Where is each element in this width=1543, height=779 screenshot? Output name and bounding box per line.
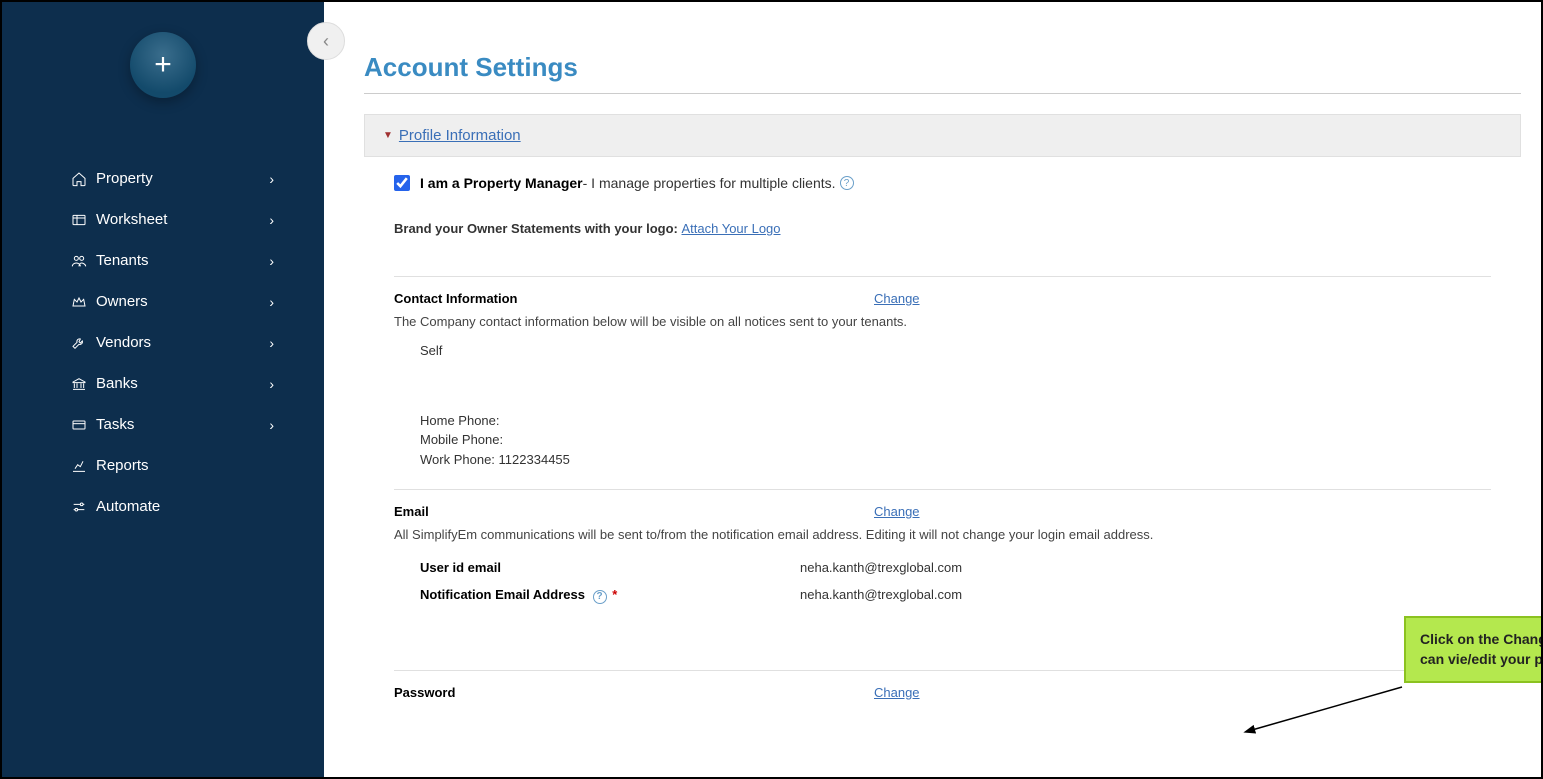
email-table: User id email neha.kanth@trexglobal.com … <box>420 554 1491 610</box>
divider <box>364 93 1521 94</box>
sidebar-item-label: Worksheet <box>96 211 167 228</box>
contact-heading: Contact Information <box>394 291 874 306</box>
mobile-phone: Mobile Phone: <box>420 430 1491 450</box>
sidebar-item-banks[interactable]: Banks › <box>2 363 324 404</box>
contact-heading-row: Contact Information Change <box>394 277 1491 314</box>
brand-label: Brand your Owner Statements with your lo… <box>394 221 681 236</box>
property-manager-row: I am a Property Manager - I manage prope… <box>394 175 1491 191</box>
property-manager-label: I am a Property Manager <box>420 175 583 191</box>
help-icon[interactable]: ? <box>840 176 854 190</box>
plus-icon: + <box>154 48 172 82</box>
caret-down-icon: ▼ <box>383 130 393 141</box>
people-icon <box>70 252 88 270</box>
annotation-arrow <box>1242 682 1412 742</box>
email-description: All SimplifyEm communications will be se… <box>394 527 1491 542</box>
profile-section-header[interactable]: ▼ Profile Information <box>364 114 1521 157</box>
sidebar-item-label: Tenants <box>96 252 149 269</box>
sidebar-item-label: Banks <box>96 375 138 392</box>
contact-self: Self <box>420 341 1491 361</box>
sidebar-item-label: Tasks <box>96 416 134 433</box>
sidebar-item-tasks[interactable]: Tasks › <box>2 404 324 445</box>
chevron-right-icon: › <box>269 335 274 351</box>
help-icon[interactable]: ? <box>593 590 607 604</box>
sidebar-item-label: Owners <box>96 293 148 310</box>
userid-email-row: User id email neha.kanth@trexglobal.com <box>420 554 1491 581</box>
email-heading: Email <box>394 504 874 519</box>
chevron-right-icon: › <box>269 253 274 269</box>
notification-email-label: Notification Email Address ? * <box>420 587 800 604</box>
chevron-right-icon: › <box>269 171 274 187</box>
sidebar-item-vendors[interactable]: Vendors › <box>2 322 324 363</box>
email-heading-row: Email Change <box>394 490 1491 527</box>
sidebar-item-label: Automate <box>96 498 160 515</box>
card-icon <box>70 416 88 434</box>
property-manager-checkbox[interactable] <box>394 175 410 191</box>
main-content: Account Settings ▼ Profile Information I… <box>324 2 1541 777</box>
sidebar-item-worksheet[interactable]: Worksheet › <box>2 199 324 240</box>
notification-email-row: Notification Email Address ? * neha.kant… <box>420 581 1491 610</box>
contact-description: The Company contact information below wi… <box>394 314 1491 329</box>
bank-icon <box>70 375 88 393</box>
home-phone: Home Phone: <box>420 411 1491 431</box>
brand-logo-row: Brand your Owner Statements with your lo… <box>394 221 1491 236</box>
profile-information-link[interactable]: Profile Information <box>399 127 521 144</box>
password-heading: Password <box>394 685 874 700</box>
chevron-right-icon: › <box>269 417 274 433</box>
worksheet-icon <box>70 211 88 229</box>
sidebar-item-label: Vendors <box>96 334 151 351</box>
annotation-callout: Click on the Change link and you can vie… <box>1404 616 1541 683</box>
password-change-link[interactable]: Change <box>874 685 920 700</box>
home-icon <box>70 170 88 188</box>
sidebar-item-label: Reports <box>96 457 149 474</box>
work-phone-value: 1122334455 <box>499 452 570 467</box>
contact-change-link[interactable]: Change <box>874 291 920 306</box>
chart-icon <box>70 457 88 475</box>
work-phone-label: Work Phone: <box>420 452 495 467</box>
sidebar-item-automate[interactable]: Automate <box>2 486 324 527</box>
profile-section-body: I am a Property Manager - I manage prope… <box>364 157 1521 726</box>
sliders-icon <box>70 498 88 516</box>
work-phone: Work Phone: 1122334455 <box>420 450 1491 470</box>
mobile-phone-label: Mobile Phone: <box>420 432 503 447</box>
userid-email-value: neha.kanth@trexglobal.com <box>800 560 962 575</box>
sidebar-item-label: Property <box>96 170 153 187</box>
email-change-link[interactable]: Change <box>874 504 920 519</box>
chevron-left-icon: ‹ <box>323 31 329 52</box>
collapse-sidebar-button[interactable]: ‹ <box>307 22 345 60</box>
sidebar-item-tenants[interactable]: Tenants › <box>2 240 324 281</box>
notification-email-value: neha.kanth@trexglobal.com <box>800 587 962 604</box>
sidebar-item-owners[interactable]: Owners › <box>2 281 324 322</box>
userid-email-label: User id email <box>420 560 800 575</box>
page-title: Account Settings <box>364 52 1521 83</box>
sidebar-item-property[interactable]: Property › <box>2 158 324 199</box>
crown-icon <box>70 293 88 311</box>
wrench-icon <box>70 334 88 352</box>
chevron-right-icon: › <box>269 294 274 310</box>
property-manager-desc: - I manage properties for multiple clien… <box>583 175 836 191</box>
home-phone-label: Home Phone: <box>420 413 500 428</box>
chevron-right-icon: › <box>269 212 274 228</box>
attach-logo-link[interactable]: Attach Your Logo <box>681 221 780 236</box>
chevron-right-icon: › <box>269 376 274 392</box>
sidebar: + Property › Worksheet › Tenants › Owner… <box>2 2 324 777</box>
add-button[interactable]: + <box>130 32 196 98</box>
required-star: * <box>612 587 617 602</box>
sidebar-item-reports[interactable]: Reports <box>2 445 324 486</box>
